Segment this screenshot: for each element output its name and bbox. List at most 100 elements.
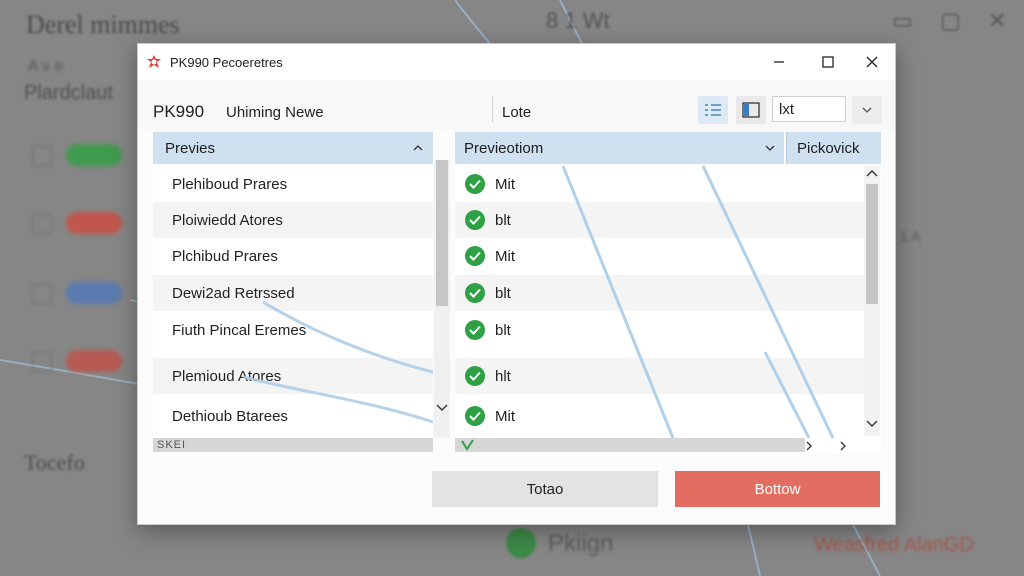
bottom-button[interactable]: Bottow — [675, 471, 880, 507]
scroll-down-icon[interactable] — [866, 420, 878, 428]
list-item-label: Plchibud Prares — [172, 247, 278, 265]
table-row[interactable]: blt — [455, 312, 865, 348]
background-checkbox — [32, 352, 52, 372]
right-list-header-label: Previeotiom — [464, 139, 544, 157]
background-top-label: 8 1 Wt — [546, 8, 610, 33]
background-side-label: 1 A — [900, 228, 921, 244]
left-horizontal-scrollbar[interactable] — [153, 438, 433, 452]
check-icon — [465, 366, 485, 386]
background-status-pill — [66, 282, 122, 304]
background-checkbox — [32, 146, 52, 166]
minimize-button[interactable] — [756, 46, 802, 78]
list-item-label: Dewi2ad Retrssed — [172, 284, 295, 302]
scroll-right-icon[interactable] — [839, 441, 847, 451]
table-row[interactable]: Mit — [455, 398, 865, 434]
filter-input[interactable] — [772, 96, 846, 122]
background-title: Derel mimmes — [26, 10, 180, 39]
table-row[interactable]: Mit — [455, 166, 865, 202]
left-list-header[interactable]: Previes — [153, 132, 433, 164]
row-status: Mit — [495, 247, 515, 265]
list-item[interactable]: Ploiwiedd Atores — [153, 202, 433, 238]
chevron-up-icon — [413, 145, 423, 151]
filter-dropdown-button[interactable] — [852, 96, 882, 124]
table-row[interactable]: hlt — [455, 358, 865, 394]
chevron-down-icon — [862, 107, 872, 113]
left-vertical-scrollbar[interactable] — [434, 160, 450, 438]
maximize-icon — [822, 56, 834, 68]
lote-label: Lote — [502, 104, 532, 121]
check-icon — [465, 246, 485, 266]
list-item-label: Plemioud Atores — [172, 367, 282, 385]
dialog-header: PK990 Uhiming Newe Lote — [138, 80, 895, 130]
right-scroll-thumb[interactable] — [866, 184, 878, 304]
table-row[interactable]: blt — [455, 202, 865, 238]
background-checkbox — [32, 214, 52, 234]
left-list-footer: SKEI — [157, 439, 187, 451]
left-list-header-label: Previes — [165, 139, 216, 157]
window-title: PK990 Pecoeretres — [170, 55, 283, 70]
background-status-pill — [66, 144, 122, 166]
row-status: blt — [495, 321, 511, 339]
list-item[interactable]: Plehiboud Prares — [153, 166, 433, 202]
row-status: blt — [495, 211, 511, 229]
right-horizontal-scrollbar[interactable] — [455, 438, 805, 452]
check-mark-icon — [461, 439, 474, 451]
list-item[interactable]: Dethioub Btarees — [153, 398, 433, 434]
check-icon — [465, 174, 485, 194]
right-list-panel: Previeotiom Pickovick Mit blt Mit blt bl… — [455, 132, 881, 454]
background-checkbox — [32, 284, 52, 304]
list-item[interactable]: Plchibud Prares — [153, 238, 433, 274]
left-list-panel: Previes Plehiboud Prares Ploiwiedd Atore… — [153, 132, 433, 454]
table-row[interactable]: blt — [455, 275, 865, 311]
background-subtitle: A v e — [28, 58, 64, 75]
list-view-icon — [705, 104, 721, 116]
list-item[interactable]: Fiuth Pincal Eremes — [153, 312, 433, 348]
row-status: blt — [495, 284, 511, 302]
table-row[interactable]: Mit — [455, 238, 865, 274]
background-check-icon — [506, 528, 536, 558]
close-icon — [866, 56, 878, 68]
row-status: hlt — [495, 367, 511, 385]
right-list-header-label-2: Pickovick — [797, 139, 860, 157]
left-scroll-thumb[interactable] — [436, 160, 448, 306]
preferences-dialog: PK990 Pecoeretres PK990 Uhiming Newe Lot… — [137, 43, 896, 525]
background-close-icon: ✕ — [988, 8, 1007, 33]
list-item-label: Ploiwiedd Atores — [172, 211, 283, 229]
right-list-header-preview[interactable]: Previeotiom — [455, 132, 784, 164]
list-view-button[interactable] — [698, 96, 728, 124]
list-item[interactable]: Dewi2ad Retrssed — [153, 275, 433, 311]
maximize-button[interactable] — [805, 46, 851, 78]
row-status: Mit — [495, 407, 515, 425]
check-icon — [465, 320, 485, 340]
scroll-down-icon[interactable] — [436, 404, 448, 412]
panel-view-button[interactable] — [736, 96, 766, 124]
header-divider — [492, 96, 493, 122]
check-icon — [465, 210, 485, 230]
check-icon — [465, 283, 485, 303]
dialog-subtitle: Uhiming Newe — [226, 104, 324, 121]
close-button[interactable] — [849, 46, 895, 78]
background-maximize-icon: ▢ — [940, 8, 961, 33]
total-button[interactable]: Totao — [432, 471, 658, 507]
title-bar[interactable]: PK990 Pecoeretres — [138, 44, 895, 80]
background-heading: Plardclaut — [24, 82, 113, 104]
background-status-pill — [66, 350, 122, 372]
app-logo-icon — [147, 55, 161, 68]
scroll-up-icon[interactable] — [866, 170, 878, 178]
background-footer-left: Tocefo — [24, 450, 85, 475]
background-status-pill — [66, 212, 122, 234]
list-item[interactable]: Plemioud Atores — [153, 358, 433, 394]
right-list-header-pickovick[interactable]: Pickovick — [786, 132, 881, 164]
panel-view-icon — [742, 102, 760, 118]
chevron-down-icon — [765, 145, 775, 151]
background-footer-middle: Pkiign — [548, 530, 614, 557]
scroll-right-icon[interactable] — [805, 441, 813, 451]
list-item-label: Plehiboud Prares — [172, 175, 288, 193]
background-minimize-icon: ▭ — [892, 8, 913, 33]
list-item-label: Fiuth Pincal Eremes — [172, 321, 307, 339]
app-name: PK990 — [153, 102, 205, 121]
minimize-icon — [774, 61, 784, 63]
background-footer-right: Weasfred AlanGD — [814, 534, 974, 556]
check-icon — [465, 406, 485, 426]
right-vertical-scrollbar[interactable] — [864, 166, 880, 436]
